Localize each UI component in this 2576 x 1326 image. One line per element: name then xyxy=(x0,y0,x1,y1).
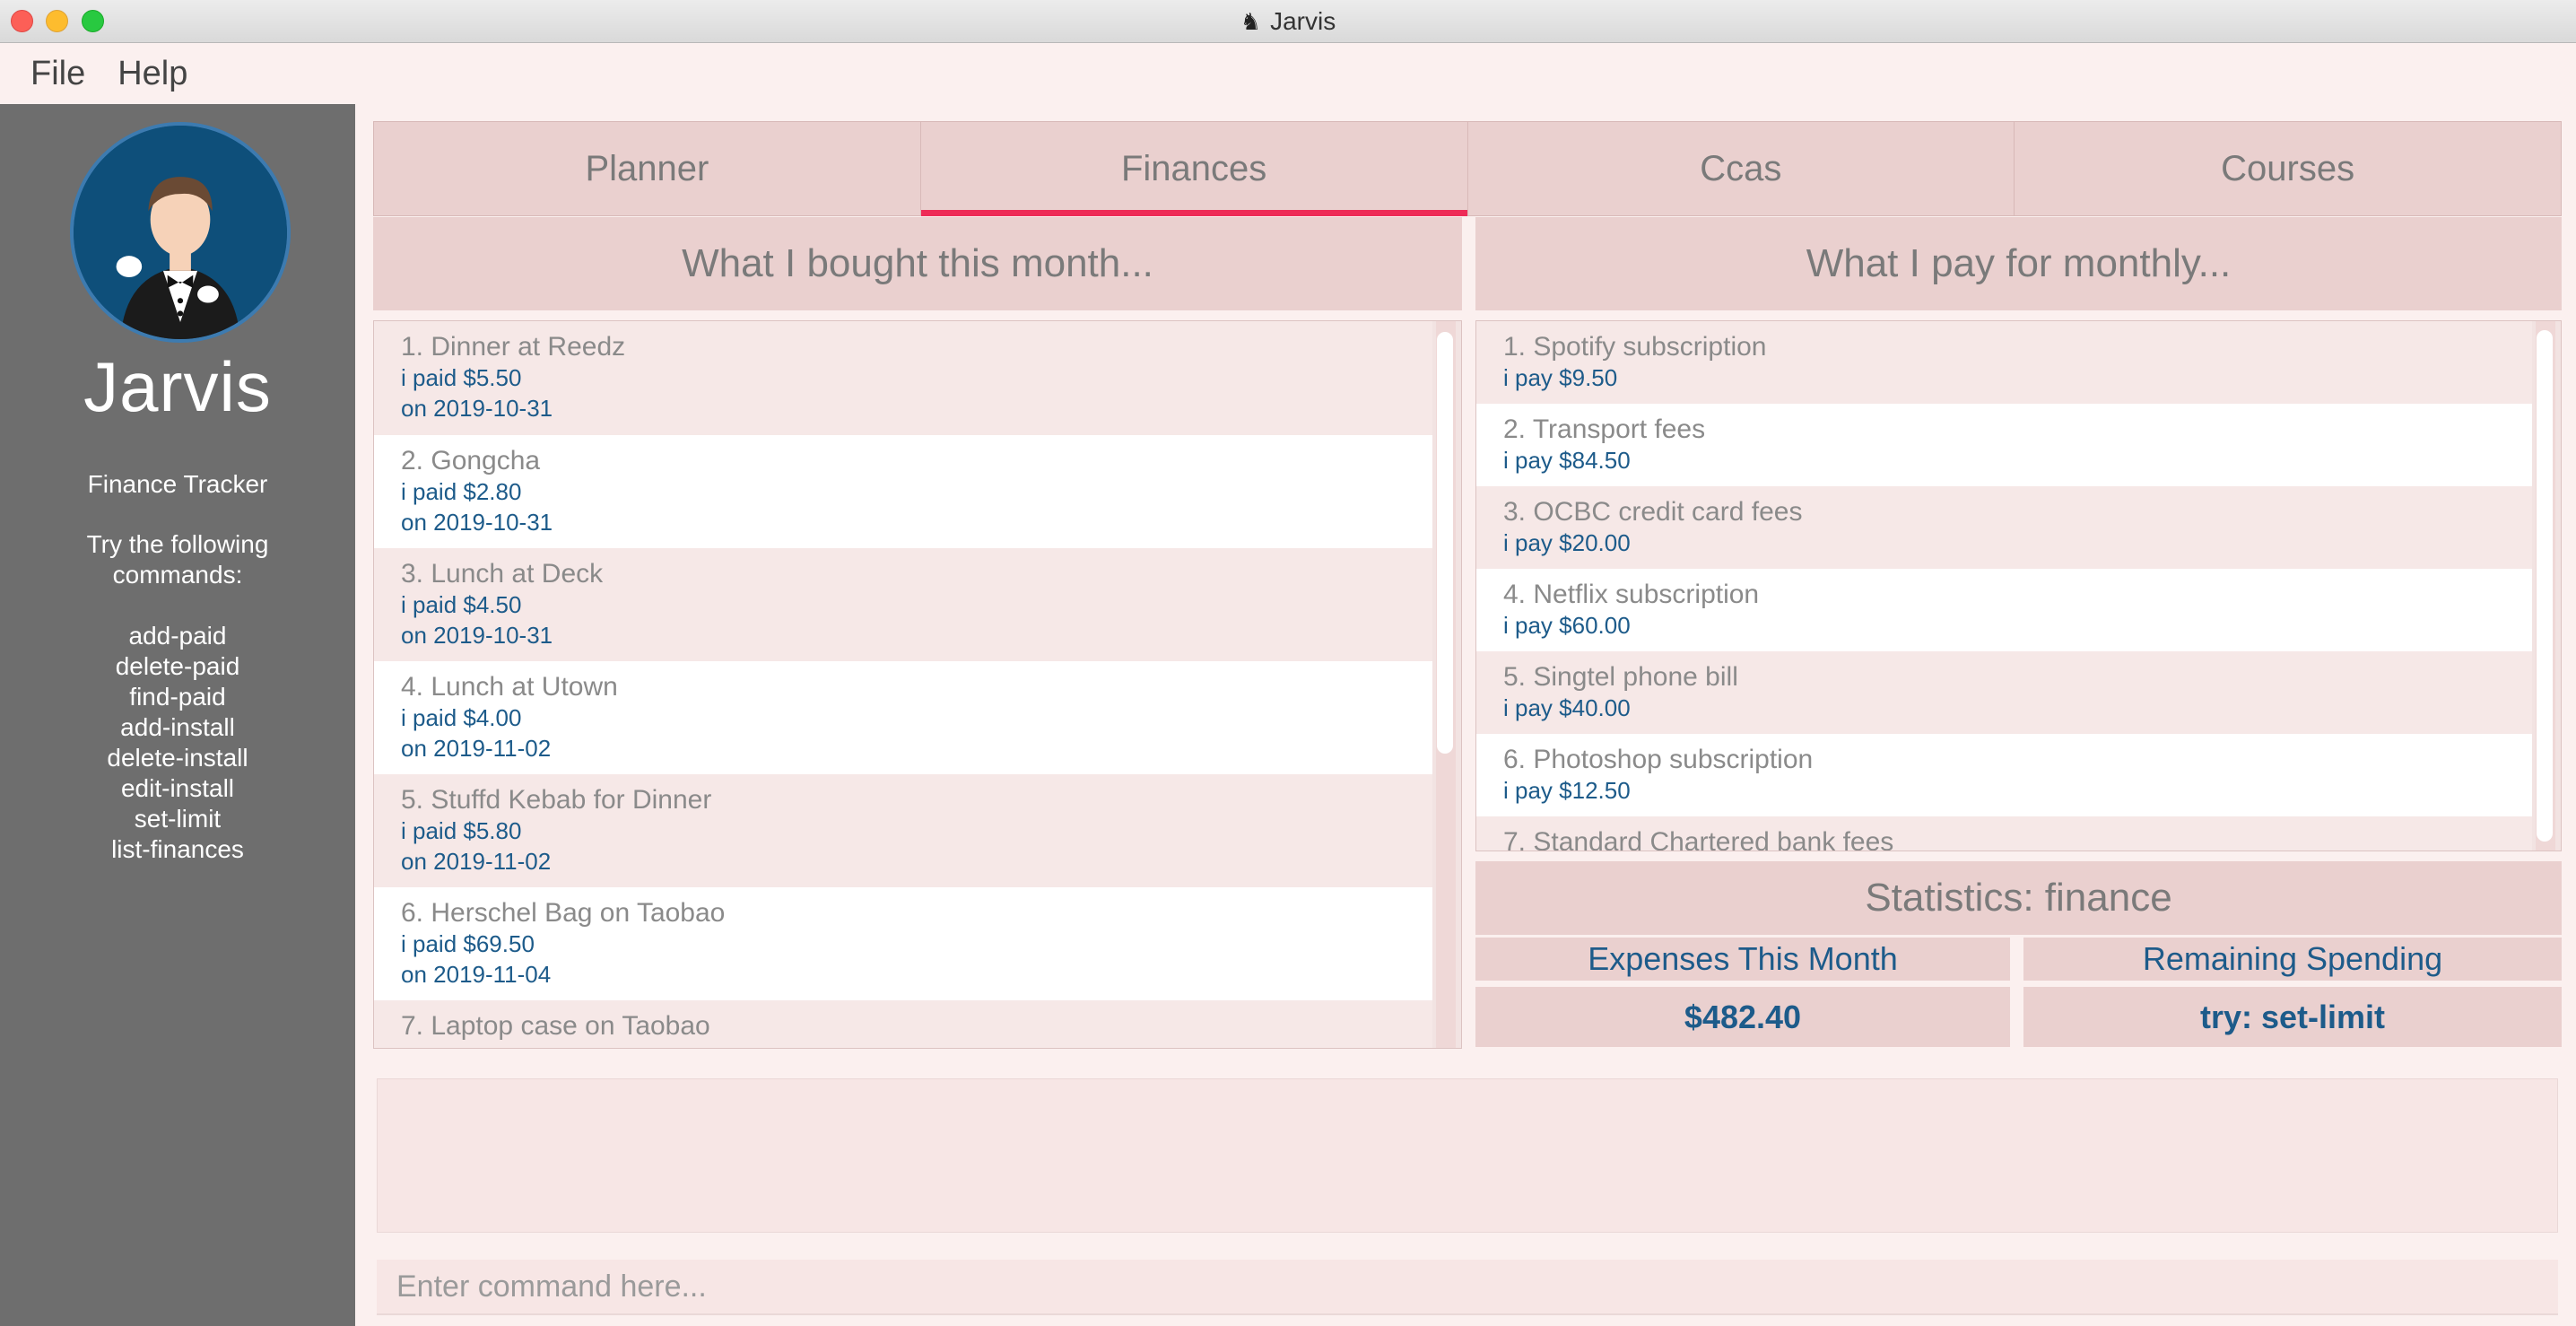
item-name: 3. OCBC credit card fees xyxy=(1503,497,1803,527)
list-item[interactable]: 5. Singtel phone bill i pay $40.00 xyxy=(1476,651,2532,734)
statistics-title: Statistics: finance xyxy=(1475,861,2562,935)
list-item[interactable]: 3. OCBC credit card fees i pay $20.00 xyxy=(1476,486,2532,569)
item-name: 6. Photoshop subscription xyxy=(1503,745,1814,774)
app-name: Jarvis xyxy=(83,347,272,426)
result-display xyxy=(377,1078,2558,1233)
butler-icon: ♞ xyxy=(1240,7,1262,35)
list-item[interactable]: 4. Lunch at Utown i paid $4.00 on 2019-1… xyxy=(374,661,1432,774)
command-hint: set-limit xyxy=(134,805,222,833)
item-date: on 2019-10-31 xyxy=(401,622,553,649)
tab-planner[interactable]: Planner xyxy=(374,122,921,215)
remaining-value: try: set-limit xyxy=(2023,987,2562,1047)
list-item[interactable]: 1. Spotify subscription i pay $9.50 xyxy=(1476,321,2532,404)
list-item[interactable]: 3. Lunch at Deck i paid $4.50 on 2019-10… xyxy=(374,548,1432,661)
purchases-scroll-thumb[interactable] xyxy=(1437,332,1453,754)
list-item[interactable]: 7. Standard Chartered bank fees xyxy=(1476,816,2532,851)
purchases-header: What I bought this month... xyxy=(373,217,1462,310)
item-pay: i pay $84.50 xyxy=(1503,447,1631,474)
command-hint: list-finances xyxy=(111,835,244,863)
command-hint: edit-install xyxy=(120,774,235,802)
item-date: on 2019-10-31 xyxy=(401,395,553,422)
item-name: 7. Laptop case on Taobao xyxy=(401,1011,710,1041)
list-item[interactable]: 5. Stuffd Kebab for Dinner i paid $5.80 … xyxy=(374,774,1432,887)
butler-icon xyxy=(74,126,287,339)
item-name: 2. Transport fees xyxy=(1503,414,1706,444)
window-title: Jarvis xyxy=(1270,7,1336,35)
butler-avatar xyxy=(70,122,291,343)
remaining-label: Remaining Spending xyxy=(2023,938,2562,981)
item-name: 3. Lunch at Deck xyxy=(401,559,604,589)
item-name: 2. Gongcha xyxy=(401,446,541,475)
mode-label: Finance Tracker xyxy=(87,470,268,498)
item-pay: i pay $40.00 xyxy=(1503,694,1631,721)
list-item[interactable]: 1. Dinner at Reedz i paid $5.50 on 2019-… xyxy=(374,321,1432,435)
item-name: 5. Stuffd Kebab for Dinner xyxy=(401,785,712,815)
menu-file[interactable]: File xyxy=(30,55,85,93)
item-paid: i paid $5.80 xyxy=(401,817,522,844)
list-item[interactable]: 2. Transport fees i pay $84.50 xyxy=(1476,404,2532,486)
tab-ccas[interactable]: Ccas xyxy=(1468,122,2015,215)
list-item[interactable]: 6. Herschel Bag on Taobao i paid $69.50 … xyxy=(374,887,1432,1000)
expenses-label: Expenses This Month xyxy=(1475,938,2010,981)
purchases-scrollbar[interactable] xyxy=(1436,321,1456,1048)
list-item[interactable]: 6. Photoshop subscription i pay $12.50 xyxy=(1476,734,2532,816)
tab-finances[interactable]: Finances xyxy=(920,122,1468,216)
installments-list[interactable]: 1. Spotify subscription i pay $9.50 2. T… xyxy=(1475,320,2562,851)
item-pay: i pay $9.50 xyxy=(1503,364,1618,391)
item-name: 6. Herschel Bag on Taobao xyxy=(401,898,726,928)
item-date: on 2019-11-02 xyxy=(401,735,552,762)
tab-bar: Planner Finances Ccas Courses xyxy=(373,121,2562,216)
command-hint: add-install xyxy=(120,713,235,741)
command-hint: delete-paid xyxy=(115,652,240,680)
item-paid: i paid $4.50 xyxy=(401,591,522,618)
window-title-group: ♞ Jarvis xyxy=(0,0,2576,43)
item-paid: i paid $69.50 xyxy=(401,930,535,957)
item-name: 1. Dinner at Reedz xyxy=(401,332,626,362)
title-bar: ♞ Jarvis xyxy=(0,0,2576,43)
item-paid: i paid $2.80 xyxy=(401,478,522,505)
try-commands-text: Try the following commands: xyxy=(86,530,269,589)
command-hint: add-paid xyxy=(128,622,227,650)
installments-header: What I pay for monthly... xyxy=(1475,217,2562,310)
item-pay: i pay $20.00 xyxy=(1503,529,1631,556)
list-item[interactable]: 2. Gongcha i paid $2.80 on 2019-10-31 xyxy=(374,435,1432,548)
item-name: 4. Lunch at Utown xyxy=(401,672,618,702)
item-date: on 2019-11-02 xyxy=(401,848,552,875)
menu-bar: File Help xyxy=(0,43,2576,104)
command-hint: delete-install xyxy=(107,744,248,772)
item-name: 1. Spotify subscription xyxy=(1503,332,1767,362)
item-date: on 2019-10-31 xyxy=(401,509,553,536)
list-item[interactable]: 4. Netflix subscription i pay $60.00 xyxy=(1476,569,2532,651)
expenses-value: $482.40 xyxy=(1475,987,2010,1047)
sidebar: Jarvis Finance Tracker Try the following… xyxy=(0,104,355,1326)
command-input[interactable] xyxy=(377,1260,2558,1315)
installments-scroll-thumb[interactable] xyxy=(2537,330,2553,842)
tab-courses[interactable]: Courses xyxy=(2015,122,2561,215)
item-date: on 2019-11-04 xyxy=(401,961,552,988)
list-item[interactable]: 7. Laptop case on Taobao xyxy=(374,1000,1432,1048)
installments-scrollbar[interactable] xyxy=(2536,321,2555,851)
command-hint-list: add-paid delete-paid find-paid add-insta… xyxy=(0,621,355,865)
item-name: 5. Singtel phone bill xyxy=(1503,662,1738,692)
purchases-list[interactable]: 1. Dinner at Reedz i paid $5.50 on 2019-… xyxy=(373,320,1462,1049)
item-pay: i pay $60.00 xyxy=(1503,612,1631,639)
item-paid: i paid $5.50 xyxy=(401,364,522,391)
item-name: 7. Standard Chartered bank fees xyxy=(1503,827,1894,851)
item-paid: i paid $4.00 xyxy=(401,704,522,731)
menu-help[interactable]: Help xyxy=(117,55,187,93)
item-pay: i pay $12.50 xyxy=(1503,777,1631,804)
item-name: 4. Netflix subscription xyxy=(1503,580,1760,609)
command-hint: find-paid xyxy=(129,683,226,711)
